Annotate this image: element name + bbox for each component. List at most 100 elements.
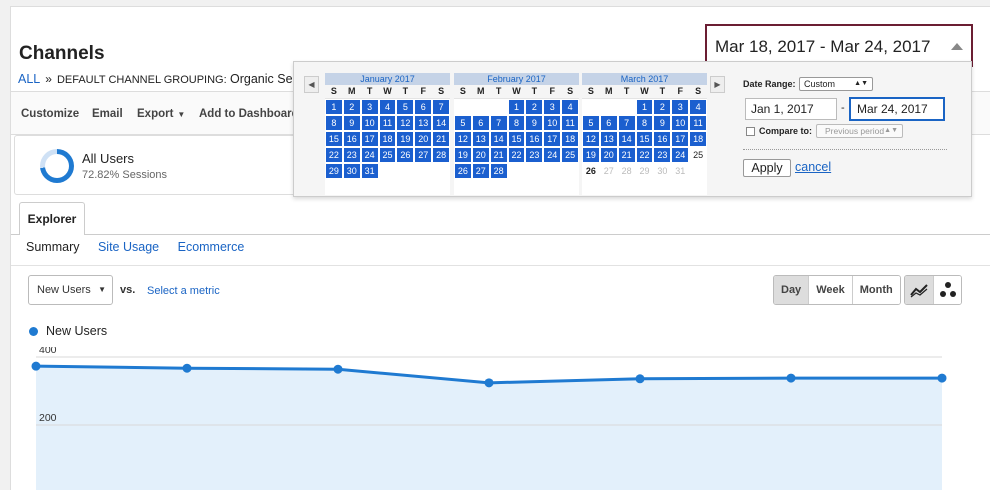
calendar-day[interactable]: 8 [635,115,654,131]
period-month-button[interactable]: Month [851,276,900,304]
subtab-summary[interactable]: Summary [26,240,79,254]
calendar-day[interactable]: 15 [507,131,526,147]
calendar-day[interactable]: 25 [561,147,579,163]
calendar-day[interactable]: 4 [689,99,707,115]
start-date-input[interactable]: Jan 1, 2017 [745,98,837,120]
calendar-day[interactable]: 28 [489,163,508,179]
apply-button[interactable]: Apply [743,159,791,177]
calendar-day[interactable]: 28 [432,147,450,163]
calendar-day[interactable]: 22 [635,147,654,163]
calendar-day[interactable]: 26 [454,163,472,179]
email-button[interactable]: Email [92,108,123,120]
calendar-day[interactable]: 25 [378,147,397,163]
calendar-day[interactable]: 17 [671,131,690,147]
calendar-day[interactable]: 24 [543,147,562,163]
customize-button[interactable]: Customize [21,108,79,120]
period-week-button[interactable]: Week [808,276,852,304]
calendar-day[interactable]: 27 [471,163,490,179]
calendar-day[interactable]: 15 [635,131,654,147]
calendar-day[interactable]: 23 [525,147,544,163]
calendar-day[interactable]: 15 [325,131,343,147]
calendar-day[interactable]: 2 [342,99,361,115]
calendar-day[interactable]: 7 [617,115,636,131]
calendar-day[interactable]: 31 [671,163,690,179]
cancel-link[interactable]: cancel [795,160,831,174]
calendar-day[interactable]: 3 [360,99,379,115]
calendar-day[interactable]: 17 [360,131,379,147]
subtab-site-usage[interactable]: Site Usage [98,240,159,254]
calendar-day[interactable]: 21 [489,147,508,163]
subtab-ecommerce[interactable]: Ecommerce [178,240,245,254]
calendar-day[interactable]: 14 [489,131,508,147]
export-button[interactable]: Export ▼ [137,108,185,120]
calendar-day[interactable]: 20 [471,147,490,163]
calendar-day[interactable]: 6 [599,115,618,131]
segment-card[interactable]: All Users 72.82% Sessions [14,135,299,195]
calendar-day[interactable]: 1 [325,99,343,115]
calendar-day[interactable]: 23 [342,147,361,163]
calendar-day[interactable]: 19 [454,147,472,163]
calendar-day[interactable]: 9 [525,115,544,131]
calendar-day[interactable]: 27 [599,163,618,179]
calendar-day[interactable]: 1 [507,99,526,115]
calendar-day[interactable]: 16 [653,131,672,147]
calendar-day[interactable]: 18 [561,131,579,147]
calendar-day[interactable]: 6 [471,115,490,131]
compare-period-select[interactable]: Previous period ▲▼ [816,124,903,138]
calendar-day[interactable]: 9 [653,115,672,131]
calendar-day[interactable]: 7 [432,99,450,115]
calendar-day[interactable]: 22 [507,147,526,163]
add-to-dashboard-button[interactable]: Add to Dashboard [199,108,299,120]
calendar-day[interactable]: 19 [582,147,600,163]
calendar-day[interactable]: 30 [653,163,672,179]
calendar-day[interactable]: 8 [507,115,526,131]
metric-select[interactable]: New Users ▼ [28,275,113,305]
calendar-day[interactable]: 1 [635,99,654,115]
calendar-day[interactable]: 16 [525,131,544,147]
calendar-day[interactable]: 25 [689,147,707,163]
calendar-day[interactable]: 2 [525,99,544,115]
calendar-day[interactable]: 12 [396,115,415,131]
calendar-day[interactable]: 21 [617,147,636,163]
calendar-day[interactable]: 11 [561,115,579,131]
calendar-day[interactable]: 17 [543,131,562,147]
calendar-day[interactable]: 29 [325,163,343,179]
calendar-day[interactable]: 9 [342,115,361,131]
calendar-day[interactable]: 28 [617,163,636,179]
calendar-day[interactable]: 13 [471,131,490,147]
motion-chart-button[interactable] [933,276,961,304]
calendar-day[interactable]: 21 [432,131,450,147]
calendar-day[interactable]: 20 [414,131,433,147]
calendar-day[interactable]: 2 [653,99,672,115]
calendar-day[interactable]: 18 [689,131,707,147]
calendar-day[interactable]: 7 [489,115,508,131]
calendar-day[interactable]: 30 [342,163,361,179]
calendar-day[interactable]: 5 [582,115,600,131]
calendar-day[interactable]: 11 [378,115,397,131]
calendar-day[interactable]: 5 [454,115,472,131]
select-metric-link[interactable]: Select a metric [147,285,220,297]
calendar-day[interactable]: 13 [414,115,433,131]
calendar-day[interactable]: 4 [561,99,579,115]
period-day-button[interactable]: Day [774,276,809,304]
calendar-day[interactable]: 26 [396,147,415,163]
calendar-day[interactable]: 3 [543,99,562,115]
prev-month-button[interactable]: ◀ [304,76,319,93]
calendar-day[interactable]: 3 [671,99,690,115]
calendar-day[interactable]: 5 [396,99,415,115]
calendar-day[interactable]: 13 [599,131,618,147]
calendar-day[interactable]: 11 [689,115,707,131]
calendar-day[interactable]: 10 [543,115,562,131]
calendar-day[interactable]: 24 [671,147,690,163]
next-month-button[interactable]: ▶ [710,76,725,93]
calendar-day[interactable]: 23 [653,147,672,163]
calendar-day[interactable]: 8 [325,115,343,131]
calendar-day[interactable]: 31 [360,163,379,179]
calendar-day[interactable]: 22 [325,147,343,163]
calendar-day[interactable]: 24 [360,147,379,163]
calendar-day[interactable]: 14 [617,131,636,147]
tab-explorer[interactable]: Explorer [19,202,85,235]
date-range-type-select[interactable]: Custom ▲▼ [799,77,873,91]
calendar-day[interactable]: 10 [360,115,379,131]
calendar-day[interactable]: 12 [582,131,600,147]
